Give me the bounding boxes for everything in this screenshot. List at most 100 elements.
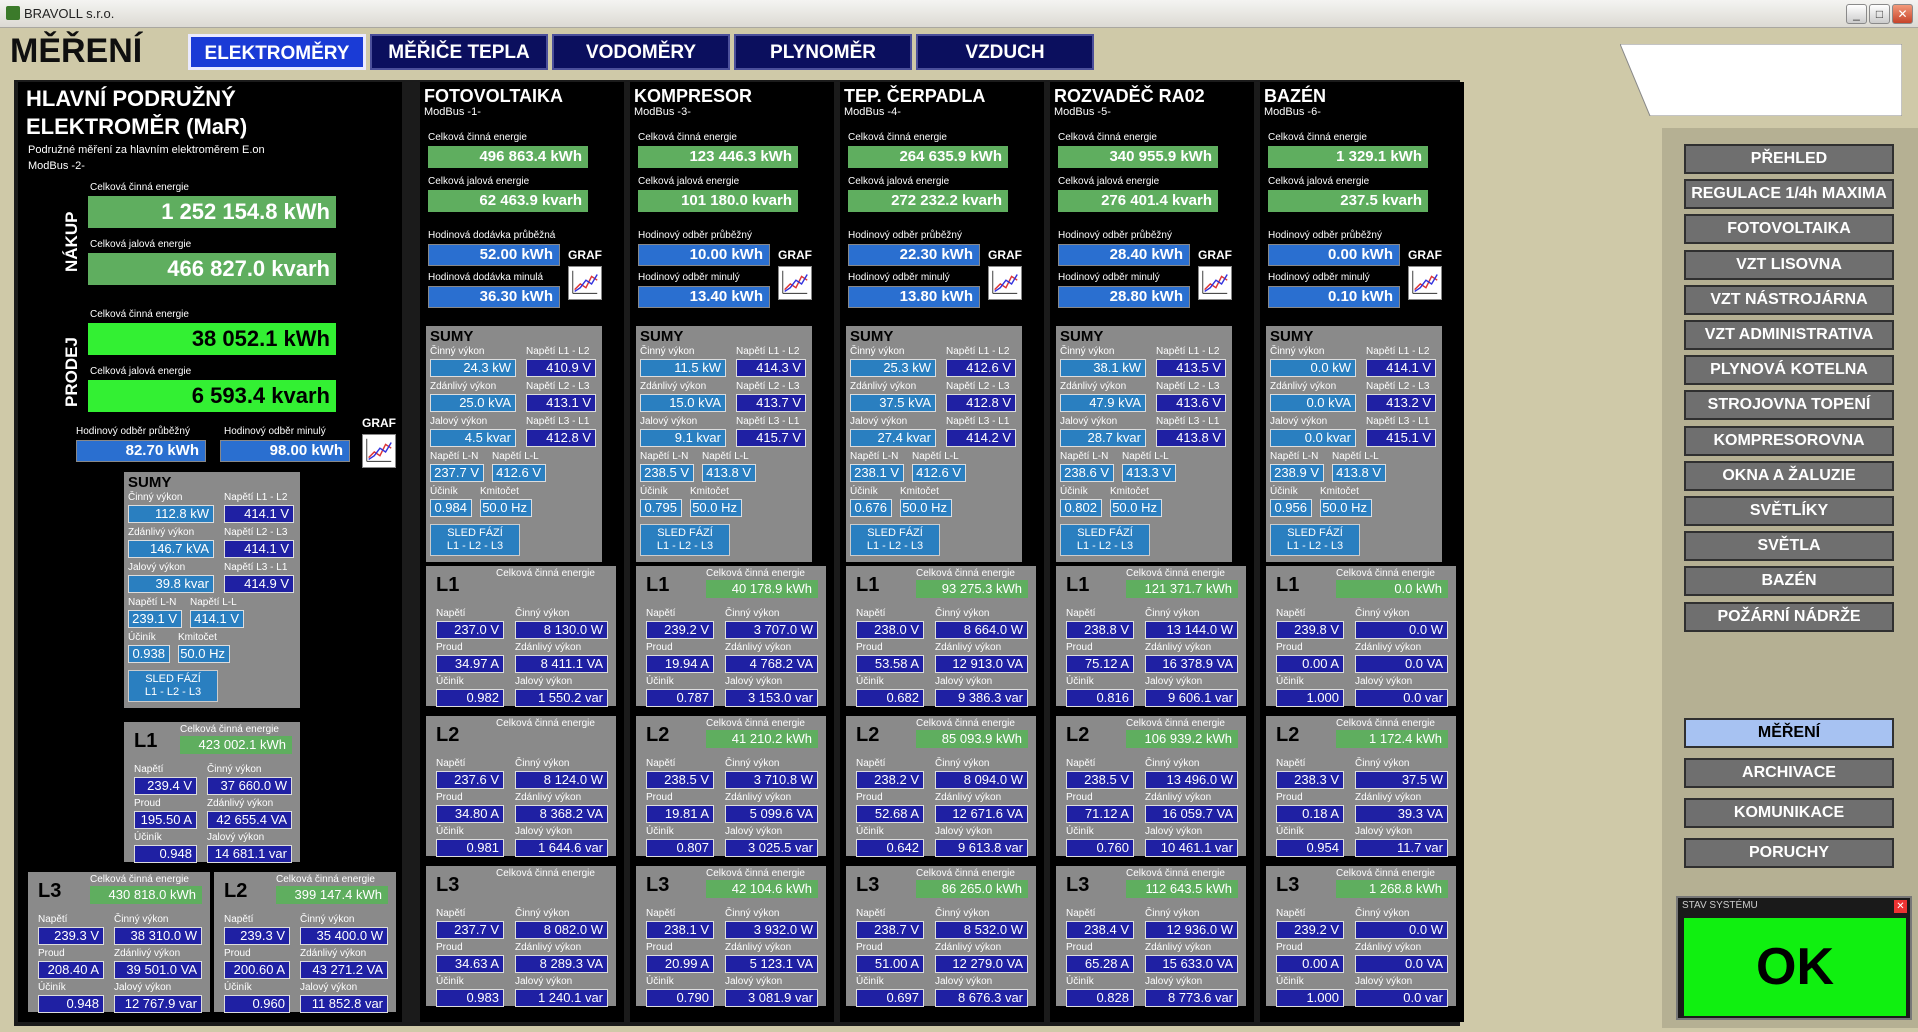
nav-10[interactable]: SVĚTLÍKY [1684,496,1894,526]
phase-val-q: 3 081.9 var [725,989,818,1007]
sumy-val-l1l2: 413.5 V [1156,359,1226,377]
phase-val-pf: 0.760 [1066,839,1134,857]
phase-lbl-u: Napětí [856,608,886,619]
nav-9[interactable]: OKNA A ŽALUZIE [1684,460,1894,491]
sumy-lbl-jal: Jalový výkon [430,416,488,427]
sumy-val-km: 50.0 Hz [1320,499,1372,517]
nav-bottom-2[interactable]: KOMUNIKACE [1684,798,1894,828]
phase-val-i: 34.97 A [436,655,504,673]
phase-lbl-pf: Účiník [1066,676,1094,687]
phase-val-pf: 0.816 [1066,689,1134,707]
sumy-lbl-l3l1: Napětí L3 - L1 [736,416,800,427]
phase-lbl-pf: Účiník [224,982,252,993]
phase-val-p: 8 094.0 W [935,771,1028,789]
sumy-lbl-uc: Účiník [850,486,878,497]
phase-sequence-button[interactable]: SLED FÁZÍ L1 - L2 - L3 [1270,524,1360,556]
phase-sequence-button[interactable]: SLED FÁZÍ L1 - L2 - L3 [1060,524,1150,556]
phase-val-s: 43 271.2 VA [300,961,388,979]
sumy-val-l3l1: 412.8 V [526,429,596,447]
sled-line1: SLED FÁZÍ [657,527,713,539]
nav-0[interactable]: PŘEHLED [1684,144,1894,174]
nav-11[interactable]: SVĚTLA [1684,531,1894,562]
phase-val-s: 15 633.0 VA [1145,955,1238,973]
sumy-val-l3l1: 413.8 V [1156,429,1226,447]
sumy-val-jal: 0.0 kvar [1270,429,1356,447]
tab-3[interactable]: PLYNOMĚR [734,34,912,70]
phase-lbl-s: Zdánlivý výkon [1355,642,1422,653]
sumy-val-km: 50.0 Hz [1110,499,1162,517]
meter-min-lbl: Hodinový odběr minulý [848,272,950,283]
tab-1[interactable]: MĚŘIČE TEPLA [370,34,548,70]
phase-lbl-p: Činný výkon [1145,608,1200,619]
nav-bottom-3[interactable]: PORUCHY [1684,838,1894,868]
main-graf-icon[interactable] [362,434,396,468]
phase-val-q: 3 025.5 var [725,839,818,857]
nav-8[interactable]: KOMPRESOROVNA [1684,425,1894,456]
phase-lbl-u: Napětí [224,914,254,925]
meter-jal: 276 401.4 kvarh [1058,190,1218,212]
meter-graf-icon[interactable] [1408,266,1442,300]
phase-sequence-button[interactable]: SLED FÁZÍ L1 - L2 - L3 [640,524,730,556]
sumy-lbl-l2l3: Napětí L2 - L3 [1366,381,1430,392]
nav-13[interactable]: POŽÁRNÍ NÁDRŽE [1684,601,1894,632]
main-title-2: ELEKTROMĚR (MaR) [26,114,248,139]
phase-lbl-q: Jalový výkon [935,676,993,687]
nav-2[interactable]: FOTOVOLTAIKA [1684,214,1894,245]
phase-lbl-u: Napětí [856,758,886,769]
phase-sequence-button[interactable]: SLED FÁZÍ L1 - L2 - L3 [430,524,520,556]
sumy-lbl-l3l1: Napětí L3 - L1 [1156,416,1220,427]
nav-3[interactable]: VZT LISOVNA [1684,249,1894,280]
nav-5[interactable]: VZT ADMINISTRATIVA [1684,320,1894,350]
phase-val-pf: 0.960 [224,995,290,1013]
sumy-val-ln: 238.1 V [850,464,904,482]
meter-graf-icon[interactable] [568,266,602,300]
phase-lbl-q: Jalový výkon [1355,826,1413,837]
tab-2[interactable]: VODOMĚRY [552,34,730,70]
phase-title: L3 [646,874,670,896]
nav-12[interactable]: BAZÉN [1684,566,1894,597]
nav-1[interactable]: REGULACE 1/4h MAXIMA [1684,179,1894,210]
nav-6[interactable]: PLYNOVÁ KOTELNA [1684,355,1894,386]
system-status-window: STAV SYSTÉMU ✕ OK [1676,896,1912,1020]
phase-val-i: 52.68 A [856,805,924,823]
phase-energy-lbl: Celková činná energie [1336,868,1435,879]
nav-bottom-1[interactable]: ARCHIVACE [1684,758,1894,788]
sumy-lbl-jal: Jalový výkon [1270,416,1328,427]
nav-7[interactable]: STROJOVNA TOPENÍ [1684,390,1894,421]
phase-val-s: 42 655.4 VA [207,811,292,829]
meter-cin-lbl: Celková činná energie [638,132,737,143]
status-close-icon[interactable]: ✕ [1894,900,1907,913]
phase-val-u: 238.2 V [856,771,924,789]
phase-lbl-pf: Účiník [1066,976,1094,987]
nav-bottom-0[interactable]: MĚŘENÍ [1684,718,1894,748]
meter-graf-icon[interactable] [778,266,812,300]
phase-energy: 86 265.0 kWh [916,880,1028,898]
close-window-button[interactable]: ✕ [1892,4,1913,24]
tab-0[interactable]: ELEKTROMĚRY [188,34,366,70]
phase-lbl-u: Napětí [1066,908,1096,919]
tab-4[interactable]: VZDUCH [916,34,1094,70]
meter-graf-label: GRAF [1408,248,1442,262]
phase-title: L3 [436,874,460,896]
minimize-button[interactable]: _ [1846,4,1867,24]
phase-val-s: 12 671.6 VA [935,805,1028,823]
sumy-val-ln: 238.6 V [1060,464,1114,482]
phase-val-u: 239.8 V [1276,621,1344,639]
phase-val-i: 0.00 A [1276,955,1344,973]
phase-lbl-p: Činný výkon [725,758,780,769]
phase-val-p: 3 932.0 W [725,921,818,939]
meter-modbus: ModBus -6- [1264,106,1321,118]
sumy-val-uc: 0.984 [430,499,472,517]
meter-graf-icon[interactable] [988,266,1022,300]
meter-jal: 237.5 kvarh [1268,190,1428,212]
phase-energy-lbl: Celková činná energie [916,868,1015,879]
phase-sequence-button[interactable]: SLED FÁZÍ L1 - L2 - L3 [128,670,218,702]
phase-sequence-button[interactable]: SLED FÁZÍ L1 - L2 - L3 [850,524,940,556]
meter-graf-icon[interactable] [1198,266,1232,300]
sumy-lbl-cin: Činný výkon [1060,346,1115,357]
nav-4[interactable]: VZT NÁSTROJÁRNA [1684,284,1894,315]
phase-val-p: 13 144.0 W [1145,621,1238,639]
phase-lbl-p: Činný výkon [935,758,990,769]
maximize-button[interactable]: □ [1869,4,1890,24]
meter-jal-lbl: Celková jalová energie [638,176,740,187]
